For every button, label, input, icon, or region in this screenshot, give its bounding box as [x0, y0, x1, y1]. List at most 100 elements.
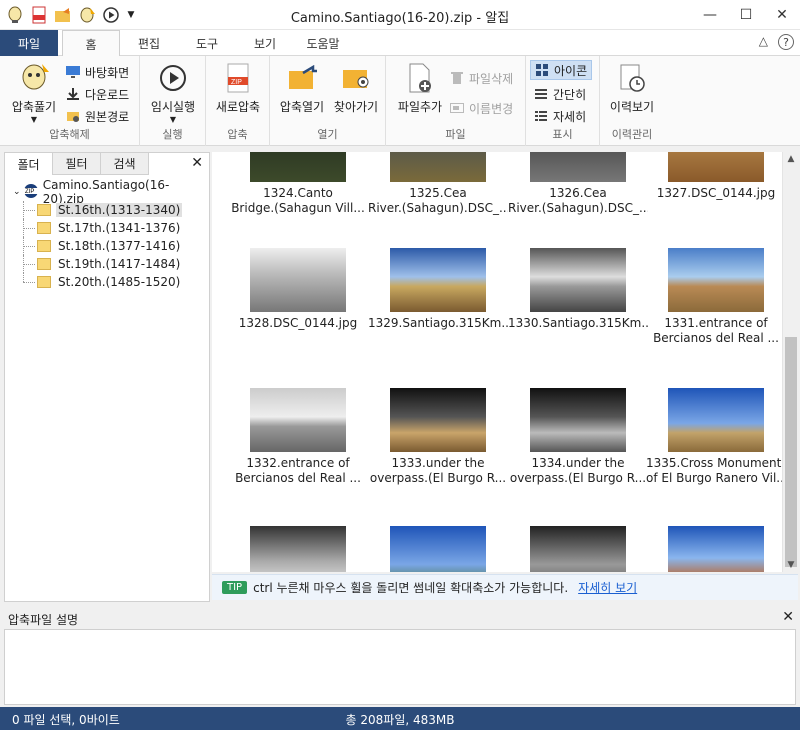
file-thumbnail[interactable]: 1324.Canto Bridge.(Sahagun Vill... [228, 152, 368, 216]
file-thumbnail[interactable] [228, 526, 368, 572]
thumbnail-label: 1333.under the [391, 456, 485, 470]
close-button[interactable]: ✕ [764, 0, 800, 30]
group-run: 임시실행 ▼ 실행 [140, 56, 206, 146]
extract-button[interactable]: 압축풀기 ▼ [6, 62, 62, 124]
file-thumbnail[interactable]: 1332.entrance of Bercianos del Real ... [228, 388, 368, 486]
scroll-down-icon[interactable]: ▼ [783, 560, 799, 570]
rename-icon [450, 101, 464, 115]
file-menu[interactable]: 파일 [0, 30, 58, 56]
tree-item-label: St.17th.(1341-1376) [58, 221, 181, 235]
open-archive-label: 압축열기 [279, 100, 325, 114]
group-compress-label: 압축 [227, 128, 248, 141]
tab-home[interactable]: 홈 [62, 30, 120, 57]
tree-root[interactable]: ⌄ ZIP Camino.Santiago(16-20).zip [13, 178, 207, 206]
thumbnail-label: 1334.under the [531, 456, 625, 470]
maximize-button[interactable]: ☐ [728, 0, 764, 30]
group-view: 아이콘 간단히 자세히 표시 [526, 56, 600, 146]
file-thumbnail[interactable]: 1326.Cea River.(Sahagun).DSC_... [508, 152, 648, 216]
scrollbar-thumb[interactable] [785, 337, 797, 567]
file-thumbnail[interactable] [368, 526, 508, 572]
tab-tools[interactable]: 도구 [178, 30, 236, 56]
thumbnail-label: 1326.Cea [549, 186, 607, 200]
tree-item-folder[interactable]: St.16th.(1313-1340) [23, 201, 207, 219]
thumbnail-image [668, 248, 764, 312]
thumbnail-label: overpass.(El Burgo R... [509, 471, 647, 485]
tree-item-folder[interactable]: St.18th.(1377-1416) [23, 237, 207, 255]
file-thumbnail[interactable]: 1325.Cea River.(Sahagun).DSC_... [368, 152, 508, 216]
file-thumbnail[interactable]: 1330.Santiago.315Km.... [508, 248, 648, 331]
new-compress-label: 새로압축 [215, 100, 261, 114]
thumbnail-label: 1325.Cea [409, 186, 467, 200]
file-thumbnail[interactable]: 1329.Santiago.315Km.... [368, 248, 508, 331]
file-thumbnail[interactable]: 1334.under the overpass.(El Burgo R... [508, 388, 648, 486]
tree-item-folder[interactable]: St.17th.(1341-1376) [23, 219, 207, 237]
tip-badge: TIP [222, 581, 248, 594]
folder-tree: ⌄ ZIP Camino.Santiago(16-20).zip St.16th… [13, 178, 207, 291]
view-details-button[interactable]: 자세히 [534, 106, 586, 126]
tab-help[interactable]: 도움말 [294, 30, 352, 56]
window-title: Camino.Santiago(16-20).zip - 알집 [290, 11, 510, 26]
file-thumbnail[interactable]: 1331.entrance of Bercianos del Real ... [646, 248, 782, 346]
total-status: 총 208파일, 483MB [345, 713, 455, 727]
scroll-up-icon[interactable]: ▲ [783, 154, 799, 164]
desktop-icon [66, 65, 80, 79]
tab-folder[interactable]: 폴더 [5, 153, 53, 175]
file-thumbnail[interactable] [646, 526, 782, 572]
description-close-button[interactable]: ✕ [782, 609, 794, 625]
tip-text: ctrl 누른채 마우스 휠을 돌리면 썸네일 확대축소가 가능합니다. [253, 581, 569, 595]
file-thumbnail[interactable]: 1335.Cross Monuments of El Burgo Ranero V… [646, 388, 782, 486]
file-thumbnail[interactable]: 1328.DSC_0144.jpg [228, 248, 368, 331]
collapse-ribbon-icon[interactable]: △ [759, 34, 768, 50]
open-archive-button[interactable]: 압축열기 [274, 62, 330, 115]
delete-file-button[interactable]: 파일삭제 [450, 68, 513, 88]
collapse-icon[interactable]: ⌄ [13, 187, 23, 197]
minimize-button[interactable]: — [692, 0, 728, 30]
file-thumbnail[interactable]: 1333.under the overpass.(El Burgo R... [368, 388, 508, 486]
temp-run-dropdown-icon[interactable]: ▼ [170, 115, 176, 124]
new-compress-button[interactable]: ZIP 새로압축 [210, 62, 266, 115]
goto-button[interactable]: 찾아가기 [328, 62, 384, 115]
description-title: 압축파일 설명 [8, 613, 79, 627]
group-run-label: 실행 [162, 128, 183, 141]
thumbnail-label: Bercianos del Real ... [235, 471, 361, 485]
thumbnail-label: Bercianos del Real ... [653, 331, 779, 345]
tree-item-folder[interactable]: St.19th.(1417-1484) [23, 255, 207, 273]
thumbnail-image [390, 248, 486, 312]
tip-more-link[interactable]: 자세히 보기 [578, 579, 637, 596]
tab-search[interactable]: 검색 [101, 153, 149, 175]
file-thumbnail[interactable] [508, 526, 648, 572]
download-icon [66, 87, 80, 101]
tab-edit[interactable]: 편집 [120, 30, 178, 56]
tab-filter[interactable]: 필터 [53, 153, 101, 175]
thumbnail-label: 1335.Cross Monuments [646, 456, 782, 470]
add-file-button[interactable]: 파일추가 [392, 62, 448, 115]
group-compress: ZIP 새로압축 압축 [206, 56, 270, 146]
view-simple-button[interactable]: 간단히 [534, 84, 586, 104]
rename-label: 이름변경 [469, 101, 514, 116]
help-icon[interactable]: ? [778, 34, 794, 50]
extract-download-button[interactable]: 다운로드 [66, 84, 129, 104]
view-details-label: 자세히 [553, 109, 587, 124]
file-view-scrollbar[interactable]: ▲ ▼ [782, 152, 798, 572]
file-thumbnail[interactable]: 1327.DSC_0144.jpg [646, 152, 782, 201]
tree-item-folder[interactable]: St.20th.(1485-1520) [23, 273, 207, 291]
extract-source-button[interactable]: 원본경로 [66, 106, 129, 126]
view-icons-label: 아이콘 [554, 63, 588, 78]
thumbnail-image [530, 388, 626, 452]
tab-view[interactable]: 보기 [236, 30, 294, 56]
temp-run-button[interactable]: 임시실행 ▼ [146, 62, 200, 124]
description-textbox[interactable] [4, 629, 796, 705]
file-thumbnail-view: 1324.Canto Bridge.(Sahagun Vill... 1325.Ce… [212, 152, 782, 572]
trash-icon [450, 71, 464, 85]
menu-bar: 파일 홈 편집 도구 보기 도움말 △ ? [0, 30, 800, 57]
thumbnail-image [390, 388, 486, 452]
add-file-icon [404, 62, 436, 94]
rename-button[interactable]: 이름변경 [450, 98, 513, 118]
extract-dropdown-icon[interactable]: ▼ [31, 115, 37, 124]
extract-desktop-button[interactable]: 바탕화면 [66, 62, 129, 82]
thumbnail-image [668, 388, 764, 452]
thumbnail-label: overpass.(El Burgo R... [369, 471, 507, 485]
pane-close-button[interactable]: ✕ [191, 155, 203, 171]
view-icons-button[interactable]: 아이콘 [530, 60, 593, 80]
history-button[interactable]: 이력보기 [602, 62, 662, 115]
